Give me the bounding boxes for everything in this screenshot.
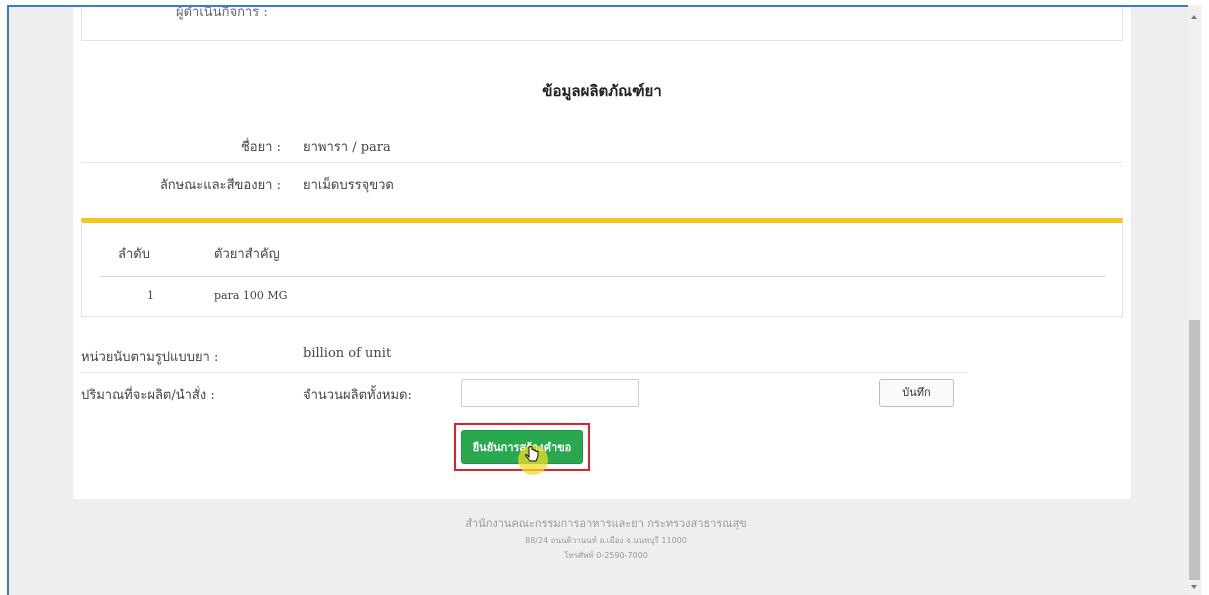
drug-name-label: ชื่อยา : (240, 140, 281, 155)
total-production-label: จำนวนผลิตทั้งหมด: (303, 388, 412, 403)
hand-cursor-icon (525, 446, 539, 462)
ingredient-name-cell: para 100 MG (214, 289, 288, 302)
drug-name-value: ยาพารา / para (303, 140, 391, 155)
footer-org-name: สำนักงานคณะกรรมการอาหารและยา กระทรวงสาธา… (465, 517, 747, 530)
unit-value: billion of unit (303, 346, 392, 361)
browser-window: ผู้ดำเนินกิจการ : ข้อมูลผลิตภัณฑ์ยา ชื่อ… (7, 5, 1201, 595)
header-divider (100, 276, 1106, 277)
drug-appearance-row: ลักษณะและสีของยา : ยาเม็ดบรรจุขวด (81, 163, 1123, 201)
vertical-scrollbar[interactable] (1188, 5, 1201, 595)
drug-name-row: ชื่อยา : ยาพารา / para (81, 125, 1123, 163)
unit-label: หน่วยนับตามรูปแบบยา : (81, 350, 219, 365)
footer-phone: โทรศัพท์ 0-2590-7000 (564, 551, 648, 560)
quantity-row: ปริมาณที่จะผลิต/นำสั่ง : จำนวนผลิตทั้งหม… (81, 373, 967, 411)
drug-appearance-value: ยาเม็ดบรรจุขวด (303, 178, 394, 193)
col-header-ingredient: ตัวยาสำคัญ (214, 247, 280, 262)
drug-appearance-label: ลักษณะและสีของยา : (159, 178, 281, 193)
total-production-input[interactable] (461, 379, 639, 407)
footer: สำนักงานคณะกรรมการอาหารและยา กระทรวงสาธา… (9, 514, 1201, 564)
content-card: ผู้ดำเนินกิจการ : ข้อมูลผลิตภัณฑ์ยา ชื่อ… (73, 7, 1131, 499)
operator-info-panel: ผู้ดำเนินกิจการ : (81, 7, 1123, 41)
ingredient-order-cell: 1 (147, 289, 154, 302)
ingredients-table: ลำดับ ตัวยาสำคัญ 1 para 100 MG (81, 218, 1123, 317)
scroll-thumb[interactable] (1189, 320, 1200, 580)
section-title: ข้อมูลผลิตภัณฑ์ยา (542, 82, 662, 100)
operator-label: ผู้ดำเนินกิจการ : (176, 5, 268, 20)
col-header-order: ลำดับ (118, 247, 150, 262)
unit-row: หน่วยนับตามรูปแบบยา : billion of unit (81, 335, 967, 373)
scroll-down-arrow-icon[interactable] (1191, 585, 1197, 589)
save-button[interactable]: บันทึก (879, 379, 954, 407)
scroll-up-arrow-icon[interactable] (1191, 15, 1197, 19)
quantity-label: ปริมาณที่จะผลิต/นำสั่ง : (81, 388, 215, 403)
footer-address: 88/24 ถนนติวานนท์ อ.เมือง จ.นนทบุรี 1100… (525, 536, 687, 545)
